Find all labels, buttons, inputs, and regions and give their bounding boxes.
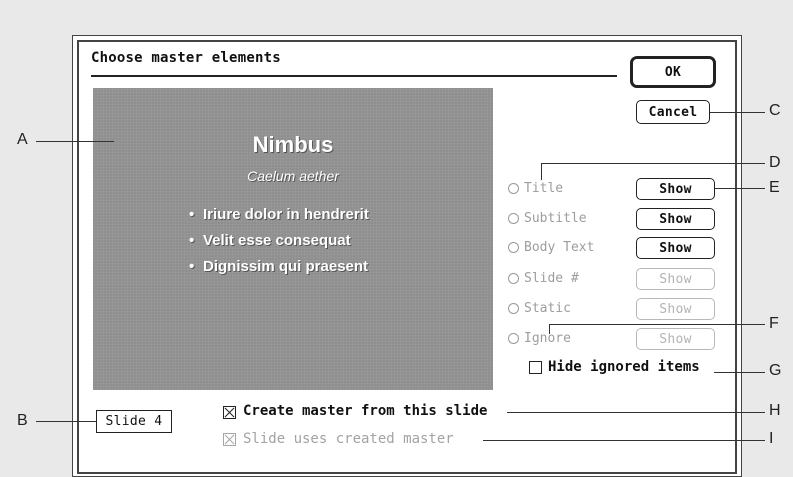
callout-c: C bbox=[769, 102, 781, 119]
radio-button[interactable] bbox=[508, 302, 519, 314]
callout-f-line bbox=[549, 324, 765, 325]
show-static-button[interactable]: Show bbox=[636, 298, 715, 320]
callout-b: B bbox=[17, 412, 28, 429]
element-option-ignore[interactable]: Ignore bbox=[508, 328, 571, 348]
element-option-body-text[interactable]: Body Text bbox=[508, 237, 594, 257]
callout-i: I bbox=[769, 430, 774, 447]
radio-button[interactable] bbox=[508, 241, 519, 253]
slide-preview: Nimbus Caelum aether • Iriure dolor in he… bbox=[93, 88, 493, 390]
element-option-slide-number[interactable]: Slide # bbox=[508, 268, 579, 288]
show-subtitle-button[interactable]: Show bbox=[636, 208, 715, 230]
uses-master-label: Slide uses created master bbox=[243, 431, 454, 447]
cancel-button[interactable]: Cancel bbox=[636, 100, 710, 124]
callout-h: H bbox=[769, 402, 781, 419]
show-slide-number-button[interactable]: Show bbox=[636, 268, 715, 290]
show-ignore-button[interactable]: Show bbox=[636, 328, 715, 350]
hide-ignored-label: Hide ignored items bbox=[548, 359, 700, 375]
radio-button[interactable] bbox=[508, 332, 519, 344]
callout-e-line bbox=[715, 188, 765, 189]
callout-g-line bbox=[714, 372, 765, 373]
preview-title: Nimbus bbox=[252, 132, 334, 157]
radio-button[interactable] bbox=[508, 182, 519, 194]
preview-bullet: • Dignissim qui praesent bbox=[189, 258, 369, 275]
callout-d: D bbox=[769, 154, 781, 171]
dialog-title: Choose master elements bbox=[91, 50, 281, 66]
radio-button[interactable] bbox=[508, 212, 519, 224]
element-option-static[interactable]: Static bbox=[508, 298, 571, 318]
callout-b-line bbox=[36, 421, 96, 422]
show-body-text-button[interactable]: Show bbox=[636, 237, 715, 259]
create-master-checkbox[interactable] bbox=[223, 406, 236, 419]
callout-f-line-v bbox=[549, 324, 550, 334]
callout-c-line bbox=[710, 112, 765, 113]
callout-g: G bbox=[769, 362, 782, 379]
callout-a: A bbox=[17, 131, 28, 148]
callout-h-line bbox=[507, 412, 765, 413]
preview-bullet: • Iriure dolor in hendrerit bbox=[189, 206, 369, 223]
element-option-title[interactable]: Title bbox=[508, 178, 563, 198]
preview-bullet-list: • Iriure dolor in hendrerit • Velit esse c… bbox=[189, 202, 369, 280]
callout-d-line bbox=[541, 163, 765, 164]
radio-button[interactable] bbox=[508, 272, 519, 284]
callout-e: E bbox=[769, 179, 780, 196]
hide-ignored-checkbox[interactable] bbox=[529, 361, 542, 374]
callout-f: F bbox=[769, 315, 779, 332]
preview-subtitle: Caelum aether bbox=[247, 168, 339, 184]
callout-a-line bbox=[36, 141, 114, 142]
title-divider bbox=[91, 75, 617, 77]
slide-number-button[interactable]: Slide 4 bbox=[96, 410, 172, 433]
preview-bullet: • Velit esse consequat bbox=[189, 232, 351, 249]
ok-button[interactable]: OK bbox=[630, 56, 716, 88]
callout-d-line-v bbox=[541, 163, 542, 180]
create-master-label: Create master from this slide bbox=[243, 403, 488, 419]
callout-i-line bbox=[483, 440, 765, 441]
uses-master-checkbox[interactable] bbox=[223, 433, 236, 446]
show-title-button[interactable]: Show bbox=[636, 178, 715, 200]
element-option-subtitle[interactable]: Subtitle bbox=[508, 208, 587, 228]
